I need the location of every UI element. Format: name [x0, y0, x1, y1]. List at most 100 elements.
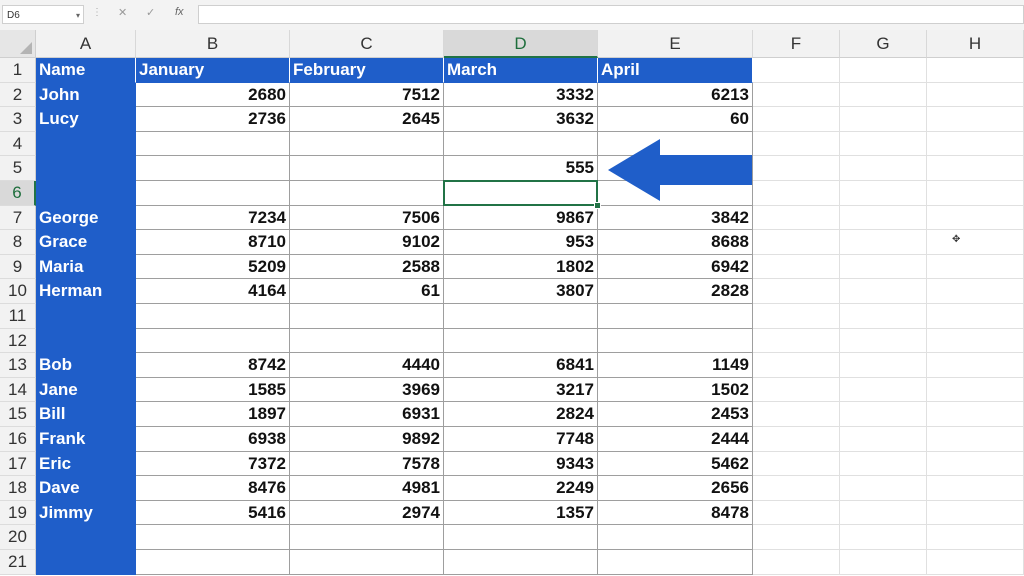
name-box[interactable]: D6 ▾ [2, 5, 84, 24]
cell-g10[interactable] [840, 279, 927, 304]
cell-e16[interactable]: 2444 [598, 427, 753, 452]
cell-d9[interactable]: 1802 [444, 254, 598, 280]
row-header-11[interactable]: 11 [0, 304, 36, 329]
cell-b5[interactable] [136, 156, 290, 181]
cell-c1[interactable]: February [290, 58, 444, 83]
cell-g8[interactable] [840, 230, 927, 255]
cell-a12[interactable] [36, 328, 136, 354]
cell-h6[interactable] [927, 181, 1024, 206]
cell-f14[interactable] [753, 377, 840, 403]
cell-f19[interactable] [753, 500, 840, 526]
cell-c15[interactable]: 6931 [290, 402, 444, 427]
cell-h8[interactable] [927, 230, 1024, 255]
cell-d2[interactable]: 3332 [444, 82, 598, 108]
row-header-12[interactable]: 12 [0, 328, 36, 354]
cell-a9[interactable]: Maria [36, 254, 136, 280]
row-header-13[interactable]: 13 [0, 353, 36, 378]
cell-h4[interactable] [927, 131, 1024, 157]
cell-f12[interactable] [753, 328, 840, 354]
row-header-18[interactable]: 18 [0, 476, 36, 501]
cell-d10[interactable]: 3807 [444, 279, 598, 304]
cell-c4[interactable] [290, 131, 444, 157]
row-header-5[interactable]: 5 [0, 156, 36, 181]
cell-g20[interactable] [840, 525, 927, 550]
cell-d19[interactable]: 1357 [444, 500, 598, 526]
cell-a1[interactable]: Name [36, 58, 136, 83]
cell-b15[interactable]: 1897 [136, 402, 290, 427]
cell-g1[interactable] [840, 58, 927, 83]
cell-c6[interactable] [290, 181, 444, 206]
cell-e1[interactable]: April [598, 58, 753, 83]
column-header-g[interactable]: G [840, 30, 927, 58]
cell-a14[interactable]: Jane [36, 377, 136, 403]
cell-f11[interactable] [753, 304, 840, 329]
cell-b19[interactable]: 5416 [136, 500, 290, 526]
cell-g12[interactable] [840, 328, 927, 354]
cell-h7[interactable] [927, 205, 1024, 231]
cell-b6[interactable] [136, 181, 290, 206]
cell-d20[interactable] [444, 525, 598, 550]
cell-g3[interactable] [840, 107, 927, 132]
cell-f8[interactable] [753, 230, 840, 255]
cell-d14[interactable]: 3217 [444, 377, 598, 403]
cell-c19[interactable]: 2974 [290, 500, 444, 526]
cell-b13[interactable]: 8742 [136, 353, 290, 378]
cell-d21[interactable] [444, 550, 598, 575]
cell-b20[interactable] [136, 525, 290, 550]
cell-h17[interactable] [927, 451, 1024, 477]
cell-a18[interactable]: Dave [36, 476, 136, 501]
cell-d4[interactable] [444, 131, 598, 157]
cell-c2[interactable]: 7512 [290, 82, 444, 108]
row-header-7[interactable]: 7 [0, 205, 36, 231]
cell-g17[interactable] [840, 451, 927, 477]
cell-g2[interactable] [840, 82, 927, 108]
more-options-icon[interactable]: ⋮ [92, 7, 102, 18]
cell-a13[interactable]: Bob [36, 353, 136, 378]
cell-a16[interactable]: Frank [36, 427, 136, 452]
cell-h12[interactable] [927, 328, 1024, 354]
cell-a6[interactable] [36, 181, 136, 206]
cell-f3[interactable] [753, 107, 840, 132]
cell-c17[interactable]: 7578 [290, 451, 444, 477]
cell-b11[interactable] [136, 304, 290, 329]
row-header-8[interactable]: 8 [0, 230, 36, 255]
cell-h19[interactable] [927, 500, 1024, 526]
cell-f6[interactable] [753, 181, 840, 206]
row-header-20[interactable]: 20 [0, 525, 36, 550]
cell-e18[interactable]: 2656 [598, 476, 753, 501]
cell-f13[interactable] [753, 353, 840, 378]
cell-g13[interactable] [840, 353, 927, 378]
cell-g18[interactable] [840, 476, 927, 501]
row-header-6[interactable]: 6 [0, 181, 36, 206]
cell-f9[interactable] [753, 254, 840, 280]
cell-d3[interactable]: 3632 [444, 107, 598, 132]
cell-e3[interactable]: 60 [598, 107, 753, 132]
cell-e20[interactable] [598, 525, 753, 550]
row-header-17[interactable]: 17 [0, 451, 36, 477]
cell-b17[interactable]: 7372 [136, 451, 290, 477]
row-header-21[interactable]: 21 [0, 550, 36, 575]
cell-h16[interactable] [927, 427, 1024, 452]
cell-a20[interactable] [36, 525, 136, 550]
cell-c10[interactable]: 61 [290, 279, 444, 304]
cell-d15[interactable]: 2824 [444, 402, 598, 427]
row-header-19[interactable]: 19 [0, 500, 36, 526]
cell-c5[interactable] [290, 156, 444, 181]
row-header-4[interactable]: 4 [0, 131, 36, 157]
cell-h14[interactable] [927, 377, 1024, 403]
cell-a17[interactable]: Eric [36, 451, 136, 477]
cell-c20[interactable] [290, 525, 444, 550]
cell-h13[interactable] [927, 353, 1024, 378]
cell-d12[interactable] [444, 328, 598, 354]
cell-g19[interactable] [840, 500, 927, 526]
cell-b10[interactable]: 4164 [136, 279, 290, 304]
insert-function-button[interactable]: fx [175, 6, 184, 18]
cell-e11[interactable] [598, 304, 753, 329]
cell-b18[interactable]: 8476 [136, 476, 290, 501]
cell-b2[interactable]: 2680 [136, 82, 290, 108]
cell-b3[interactable]: 2736 [136, 107, 290, 132]
cell-c11[interactable] [290, 304, 444, 329]
cancel-icon[interactable]: ✕ [118, 6, 127, 19]
column-header-b[interactable]: B [136, 30, 290, 58]
cell-d5[interactable]: 555 [444, 156, 598, 181]
